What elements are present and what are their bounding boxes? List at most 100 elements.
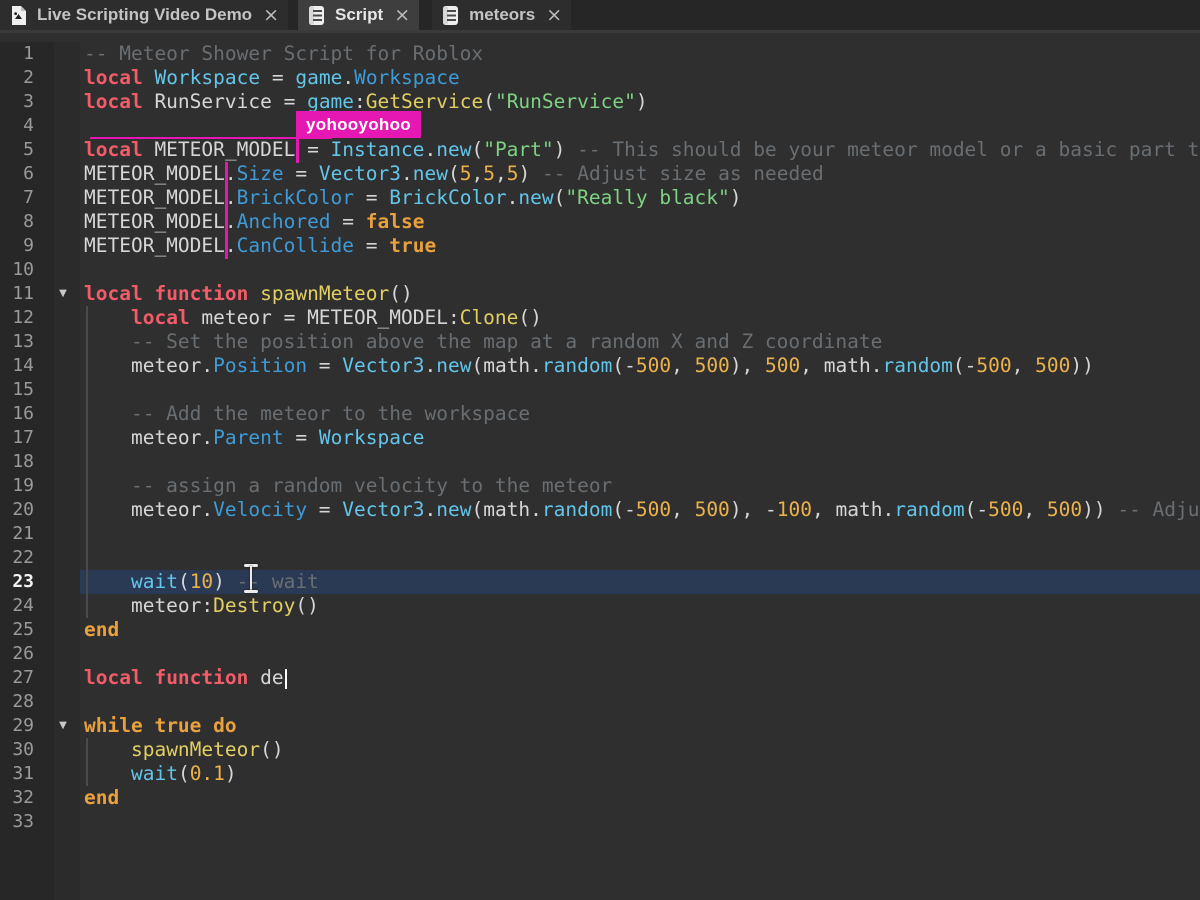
line-number[interactable]: 15 — [0, 378, 54, 402]
code-line[interactable] — [80, 810, 1200, 834]
token: Vector3 — [342, 498, 424, 521]
line-number[interactable]: 24 — [0, 594, 54, 618]
token: METEOR_MODEL. — [84, 234, 237, 257]
fold-margin: ▼ — [54, 282, 80, 306]
code-line[interactable]: wait(0.1) — [80, 762, 1200, 786]
code-line[interactable] — [80, 450, 1200, 474]
token: -- Adjust size as needed — [542, 162, 824, 185]
code-line[interactable]: local function spawnMeteor() — [80, 282, 1200, 306]
token: ) — [554, 138, 577, 161]
code-line[interactable]: local meteor = METEOR_MODEL:Clone() — [80, 306, 1200, 330]
code-line[interactable]: meteor.Position = Vector3.new(math.rando… — [80, 354, 1200, 378]
line-number[interactable]: 25 — [0, 618, 54, 642]
line-number[interactable]: 31 — [0, 762, 54, 786]
token: (- — [612, 354, 635, 377]
code-line[interactable]: local function de — [80, 666, 1200, 690]
code-line[interactable]: -- Meteor Shower Script for Roblox — [80, 42, 1200, 66]
line-number[interactable]: 33 — [0, 810, 54, 834]
line-number[interactable]: 30 — [0, 738, 54, 762]
close-icon[interactable]: × — [263, 6, 279, 25]
fold-margin — [54, 114, 80, 138]
code-line[interactable]: while true do — [80, 714, 1200, 738]
code-line[interactable]: meteor.Velocity = Vector3.new(math.rando… — [80, 498, 1200, 522]
line-row: 4 — [0, 114, 1200, 138]
fold-margin — [54, 738, 80, 762]
fold-margin — [54, 618, 80, 642]
code-line[interactable] — [80, 522, 1200, 546]
line-number[interactable]: 13 — [0, 330, 54, 354]
line-number[interactable]: 29 — [0, 714, 54, 738]
line-number[interactable]: 22 — [0, 546, 54, 570]
code-line[interactable]: local METEOR_MODEL = Instance.new("Part"… — [80, 138, 1200, 162]
code-editor[interactable]: 1 -- Meteor Shower Script for Roblox 2 loca… — [0, 33, 1200, 900]
code-line[interactable]: -- assign a random velocity to the meteo… — [80, 474, 1200, 498]
code-line[interactable]: -- Set the position above the map at a r… — [80, 330, 1200, 354]
code-line[interactable] — [80, 258, 1200, 282]
code-area[interactable] — [80, 834, 1200, 900]
code-line[interactable]: -- Add the meteor to the workspace — [80, 402, 1200, 426]
code-line[interactable]: meteor.Parent = Workspace — [80, 426, 1200, 450]
token — [248, 282, 260, 305]
token: BrickColor — [237, 186, 354, 209]
line-row: 15 — [0, 378, 1200, 402]
line-number[interactable]: 19 — [0, 474, 54, 498]
fold-arrow-icon[interactable]: ▼ — [50, 714, 76, 738]
line-number[interactable]: 23 — [0, 570, 54, 594]
token: , math. — [800, 354, 882, 377]
line-number[interactable]: 27 — [0, 666, 54, 690]
line-number[interactable]: 28 — [0, 690, 54, 714]
close-icon[interactable]: × — [546, 6, 562, 25]
token: Anchored — [237, 210, 331, 233]
code-line[interactable] — [80, 114, 1200, 138]
fold-margin — [54, 522, 80, 546]
code-line[interactable] — [80, 690, 1200, 714]
tab-live-scripting-video-demo[interactable]: Live Scripting Video Demo× — [0, 0, 288, 30]
code-line[interactable]: spawnMeteor() — [80, 738, 1200, 762]
token: . — [424, 138, 436, 161]
code-line[interactable] — [80, 378, 1200, 402]
code-lines[interactable]: 1 -- Meteor Shower Script for Roblox 2 loca… — [0, 33, 1200, 900]
code-line[interactable]: end — [80, 786, 1200, 810]
code-line[interactable]: local Workspace = game.Workspace — [80, 66, 1200, 90]
close-icon[interactable]: × — [394, 6, 410, 25]
code-line[interactable]: METEOR_MODEL.CanCollide = true — [80, 234, 1200, 258]
code-line[interactable]: METEOR_MODEL.BrickColor = BrickColor.new… — [80, 186, 1200, 210]
line-row: 17 meteor.Parent = Workspace — [0, 426, 1200, 450]
line-number[interactable]: 18 — [0, 450, 54, 474]
line-number[interactable]: 5 — [0, 138, 54, 162]
token: Size — [237, 162, 284, 185]
line-number[interactable]: 12 — [0, 306, 54, 330]
line-number[interactable]: 16 — [0, 402, 54, 426]
line-number[interactable]: 9 — [0, 234, 54, 258]
code-line[interactable] — [80, 642, 1200, 666]
code-line[interactable]: METEOR_MODEL.Anchored = false — [80, 210, 1200, 234]
token: 5 — [483, 162, 495, 185]
line-number[interactable]: 6 — [0, 162, 54, 186]
line-number[interactable]: 21 — [0, 522, 54, 546]
code-line[interactable]: meteor:Destroy() — [80, 594, 1200, 618]
line-number[interactable]: 26 — [0, 642, 54, 666]
line-number[interactable]: 10 — [0, 258, 54, 282]
tab-meteors[interactable]: meteors× — [432, 0, 571, 30]
line-number[interactable]: 8 — [0, 210, 54, 234]
line-number[interactable]: 2 — [0, 66, 54, 90]
line-number[interactable]: 1 — [0, 42, 54, 66]
line-number[interactable]: 3 — [0, 90, 54, 114]
tab-script[interactable]: Script× — [298, 0, 419, 30]
code-line[interactable]: end — [80, 618, 1200, 642]
line-number[interactable]: 7 — [0, 186, 54, 210]
line-number[interactable]: 20 — [0, 498, 54, 522]
code-line[interactable]: local RunService = game:GetService("RunS… — [80, 90, 1200, 114]
line-number[interactable]: 4 — [0, 114, 54, 138]
token: meteor. — [84, 498, 213, 521]
line-number[interactable]: 17 — [0, 426, 54, 450]
line-number[interactable]: 32 — [0, 786, 54, 810]
token: METEOR_MODEL = — [143, 138, 331, 161]
fold-margin — [54, 90, 80, 114]
fold-arrow-icon[interactable]: ▼ — [50, 282, 76, 306]
line-number[interactable]: 11 — [0, 282, 54, 306]
line-number[interactable]: 14 — [0, 354, 54, 378]
code-line[interactable]: METEOR_MODEL.Size = Vector3.new(5,5,5) -… — [80, 162, 1200, 186]
line-row: 1 -- Meteor Shower Script for Roblox — [0, 42, 1200, 66]
line-row: 24 meteor:Destroy() — [0, 594, 1200, 618]
